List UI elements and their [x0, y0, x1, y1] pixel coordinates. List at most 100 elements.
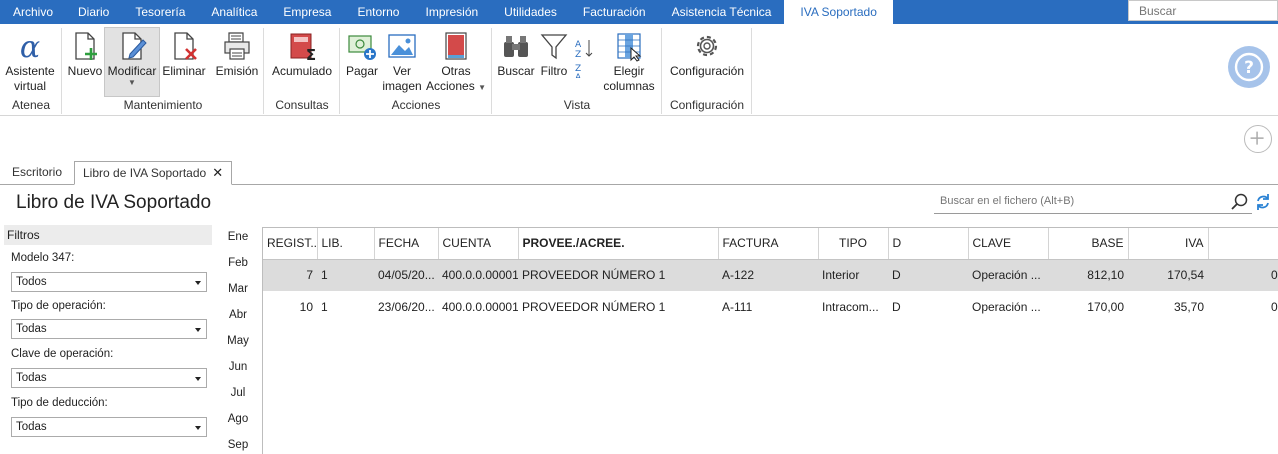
- group-label-consultas: Consultas: [275, 98, 329, 112]
- col-header-base[interactable]: BASE: [1048, 228, 1129, 260]
- chevron-down-icon: [195, 426, 201, 430]
- month-mar[interactable]: Mar: [221, 283, 255, 295]
- delete-document-icon: [174, 32, 197, 60]
- col-header-clave[interactable]: CLAVE: [968, 228, 1049, 260]
- tab-escritorio[interactable]: Escritorio: [4, 161, 70, 185]
- chevron-down-icon: ▼: [128, 78, 136, 87]
- menu-tab-entorno[interactable]: Entorno: [344, 0, 412, 24]
- ver-imagen-button[interactable]: Ver imagen: [382, 28, 422, 96]
- menu-tab-archivo[interactable]: Archivo: [0, 0, 65, 24]
- buscar-label: Buscar: [497, 64, 535, 78]
- question-icon: ?: [1234, 52, 1264, 82]
- col-header-factura[interactable]: FACTURA: [718, 228, 819, 260]
- cell-factura: A-122: [718, 259, 818, 291]
- menu-tab-facturacion[interactable]: Facturación: [570, 0, 659, 24]
- columns-icon: [617, 33, 642, 62]
- tipo-deduccion-select[interactable]: Todas: [11, 417, 207, 437]
- cell-cuenta: 400.0.0.00001: [438, 259, 518, 291]
- menu-tab-impresion[interactable]: Impresión: [412, 0, 491, 24]
- col-header-i[interactable]: I: [1208, 228, 1278, 260]
- menu-tab-diario[interactable]: Diario: [65, 0, 122, 24]
- gear-icon: [696, 35, 718, 57]
- month-ago[interactable]: Ago: [221, 413, 255, 425]
- filtro-button[interactable]: Filtro: [536, 28, 572, 96]
- page-title: Libro de IVA Soportado: [16, 192, 212, 213]
- tipo-operacion-select[interactable]: Todas: [11, 319, 207, 339]
- buscar-button[interactable]: Buscar: [496, 28, 536, 96]
- menu-tab-analitica[interactable]: Analítica: [198, 0, 270, 24]
- nuevo-label: Nuevo: [67, 64, 103, 78]
- cell-base: 812,10: [1048, 259, 1128, 291]
- col-header-d[interactable]: D: [888, 228, 969, 260]
- menu-tab-asistencia-tecnica[interactable]: Asistencia Técnica: [659, 0, 785, 24]
- sum-book-icon: Σ: [290, 33, 316, 62]
- acumulado-button[interactable]: Σ Acumulado: [270, 28, 334, 96]
- clave-operacion-label: Clave de operación:: [11, 348, 114, 360]
- help-button[interactable]: ?: [1228, 46, 1270, 88]
- add-tab-button[interactable]: [1244, 125, 1272, 153]
- nuevo-button[interactable]: Nuevo: [66, 28, 104, 96]
- cell-registro: 10: [299, 300, 313, 314]
- modelo-347-select[interactable]: Todos: [11, 272, 207, 292]
- new-document-icon: [75, 32, 97, 60]
- month-abr[interactable]: Abr: [221, 309, 255, 321]
- pagar-button[interactable]: Pagar: [344, 28, 380, 96]
- month-jul[interactable]: Jul: [221, 387, 255, 399]
- menu-tab-empresa[interactable]: Empresa: [270, 0, 344, 24]
- configuracion-button[interactable]: Configuración: [668, 28, 746, 96]
- search-icon[interactable]: [1230, 192, 1250, 212]
- invoice-grid: REGIST... LIB. FECHA CUENTA PROVEE./ACRE…: [262, 227, 1278, 454]
- emision-button[interactable]: Emisión: [212, 28, 262, 96]
- col-header-libro[interactable]: LIB.: [317, 228, 375, 260]
- col-header-proveedor[interactable]: PROVEE./ACREE.: [518, 228, 719, 260]
- table-header-row: REGIST... LIB. FECHA CUENTA PROVEE./ACRE…: [263, 228, 1278, 260]
- month-sep[interactable]: Sep: [221, 439, 255, 451]
- elegir-columnas-button[interactable]: Elegir columnas: [602, 28, 656, 96]
- alpha-icon: α: [20, 30, 40, 62]
- table-row[interactable]: 10 1 23/06/20... 400.0.0.00001 PROVEEDOR…: [263, 291, 1278, 323]
- eliminar-button[interactable]: Eliminar: [162, 28, 206, 96]
- month-feb[interactable]: Feb: [221, 257, 255, 269]
- month-ene[interactable]: Ene: [221, 231, 255, 243]
- col-header-iva[interactable]: IVA: [1128, 228, 1209, 260]
- modificar-label: Modificar: [107, 64, 157, 78]
- file-search-box: [934, 190, 1252, 214]
- ribbon-group-vista: Buscar Filtro A Z Z A Elegir columnas Vi…: [492, 28, 662, 114]
- svg-text:?: ?: [1244, 58, 1254, 78]
- file-search-input[interactable]: [934, 190, 1224, 212]
- col-header-cuenta[interactable]: CUENTA: [438, 228, 519, 260]
- cell-cuenta: 400.0.0.00001: [442, 300, 518, 314]
- col-header-tipo[interactable]: TIPO: [818, 228, 889, 260]
- otras-label-1: Otras: [441, 64, 471, 78]
- modificar-button[interactable]: Modificar ▼: [104, 27, 160, 97]
- group-label-acciones: Acciones: [391, 98, 441, 112]
- clave-operacion-select[interactable]: Todas: [11, 368, 207, 388]
- table-row[interactable]: 7 1 04/05/20... 400.0.0.00001 PROVEEDOR …: [263, 259, 1278, 291]
- col-header-registro[interactable]: REGIST...: [263, 228, 318, 260]
- payment-icon: [348, 35, 376, 60]
- svg-text:Σ: Σ: [306, 46, 316, 62]
- asistente-virtual-button[interactable]: α Asistente virtual: [2, 28, 58, 96]
- month-jun[interactable]: Jun: [221, 361, 255, 373]
- otras-acciones-button[interactable]: Otras Acciones ▼: [426, 28, 486, 96]
- group-label-vista: Vista: [563, 98, 591, 112]
- close-icon[interactable]: ✕: [212, 165, 223, 180]
- svg-text:A: A: [575, 73, 582, 78]
- top-search-input[interactable]: [1128, 0, 1278, 21]
- tab-libro-iva-soportado[interactable]: Libro de IVA Soportado ✕: [74, 161, 233, 185]
- menu-tabs: Archivo Diario Tesorería Analítica Empre…: [0, 0, 893, 24]
- month-may[interactable]: May: [221, 335, 255, 347]
- ver-label-1: Ver: [392, 64, 411, 78]
- col-header-fecha[interactable]: FECHA: [374, 228, 439, 260]
- sort-button[interactable]: A Z Z A: [574, 28, 594, 84]
- cell-iva: 170,54: [1128, 259, 1208, 291]
- svg-text:Z: Z: [575, 50, 581, 60]
- menu-tab-utilidades[interactable]: Utilidades: [491, 0, 570, 24]
- elegir-label-2: columnas: [603, 79, 655, 93]
- refresh-icon[interactable]: [1255, 193, 1271, 211]
- tipo-deduccion-value: Todas: [16, 421, 47, 433]
- menu-tab-iva-soportado[interactable]: IVA Soportado: [784, 0, 893, 24]
- chevron-down-icon: [195, 281, 201, 285]
- filter-icon: [540, 34, 568, 60]
- menu-tab-tesoreria[interactable]: Tesorería: [122, 0, 198, 24]
